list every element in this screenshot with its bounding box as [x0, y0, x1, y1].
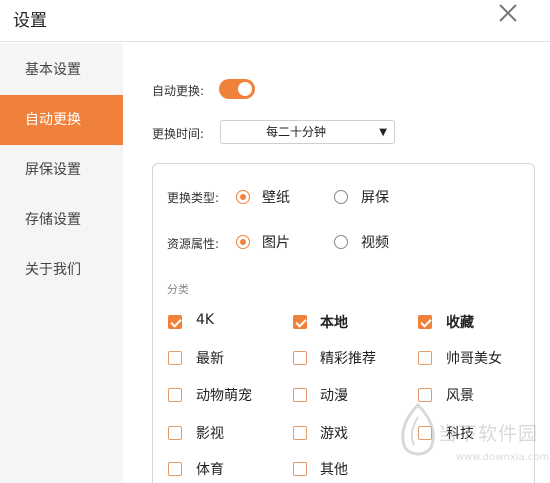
watermark-logo-icon	[401, 403, 435, 456]
sidebar-item-storage[interactable]: 存储设置	[0, 195, 123, 245]
interval-value: 每二十分钟	[265, 125, 326, 139]
category-label-pets: 动物萌宠	[196, 388, 252, 404]
category-checkbox-games[interactable]	[293, 426, 307, 440]
type-screensaver-radio[interactable]	[334, 190, 348, 204]
resource-video-radio[interactable]	[334, 235, 348, 249]
category-checkbox-other[interactable]	[293, 462, 307, 476]
resource-video-label: 视频	[361, 235, 389, 251]
type-screensaver-label: 屏保	[361, 190, 389, 206]
category-label-featured: 精彩推荐	[320, 351, 376, 367]
sidebar-item-label: 自动更换	[25, 112, 81, 128]
category-label-sports: 体育	[196, 462, 224, 478]
sidebar-item-label: 存储设置	[25, 212, 81, 228]
sidebar-item-label: 关于我们	[25, 262, 81, 278]
sidebar-item-auto-change[interactable]: 自动更换	[0, 95, 123, 145]
sidebar: 基本设置 自动更换 屏保设置 存储设置 关于我们	[0, 43, 123, 483]
category-label-anime: 动漫	[320, 388, 348, 404]
category-label-games: 游戏	[320, 426, 348, 442]
category-checkbox-featured[interactable]	[293, 351, 307, 365]
category-checkbox-local[interactable]	[293, 315, 307, 329]
sidebar-item-label: 屏保设置	[25, 162, 81, 178]
title-bar: 设置	[0, 0, 550, 42]
sidebar-item-label: 基本设置	[25, 62, 81, 78]
type-wallpaper-label: 壁纸	[262, 190, 290, 206]
toggle-knob	[238, 82, 252, 96]
resource-image-radio[interactable]	[236, 235, 250, 249]
close-icon[interactable]	[494, 0, 522, 28]
sidebar-item-about[interactable]: 关于我们	[0, 245, 123, 295]
category-label-film: 影视	[196, 426, 224, 442]
chevron-down-icon: ▼	[379, 127, 387, 138]
watermark-url: www.downxia.com	[456, 452, 550, 463]
interval-select[interactable]: 每二十分钟 ▼	[220, 120, 395, 144]
category-label-favorites: 收藏	[446, 315, 474, 331]
sidebar-item-screensaver[interactable]: 屏保设置	[0, 145, 123, 195]
category-checkbox-film[interactable]	[168, 426, 182, 440]
watermark-name: 当下软件园	[438, 423, 539, 445]
auto-change-label: 自动更换:	[152, 84, 205, 98]
category-label-people: 帅哥美女	[446, 351, 502, 367]
category-checkbox-favorites[interactable]	[418, 315, 432, 329]
category-label-other: 其他	[320, 462, 348, 478]
category-checkbox-pets[interactable]	[168, 388, 182, 402]
category-label-4k: 4K	[196, 312, 215, 328]
auto-change-toggle[interactable]	[219, 79, 255, 99]
category-label-latest: 最新	[196, 351, 224, 367]
category-heading: 分类	[167, 283, 189, 296]
window-title: 设置	[13, 11, 47, 31]
category-checkbox-anime[interactable]	[293, 388, 307, 402]
interval-label: 更换时间:	[152, 127, 205, 141]
resource-label: 资源属性:	[167, 237, 220, 251]
category-checkbox-4k[interactable]	[168, 315, 182, 329]
sidebar-item-basic[interactable]: 基本设置	[0, 45, 123, 95]
type-label: 更换类型:	[167, 191, 220, 205]
category-label-local: 本地	[320, 315, 348, 331]
watermark: 当下软件园 www.downxia.com	[398, 395, 550, 475]
category-checkbox-people[interactable]	[418, 351, 432, 365]
category-checkbox-latest[interactable]	[168, 351, 182, 365]
type-wallpaper-radio[interactable]	[236, 190, 250, 204]
resource-image-label: 图片	[262, 235, 290, 251]
category-checkbox-sports[interactable]	[168, 462, 182, 476]
